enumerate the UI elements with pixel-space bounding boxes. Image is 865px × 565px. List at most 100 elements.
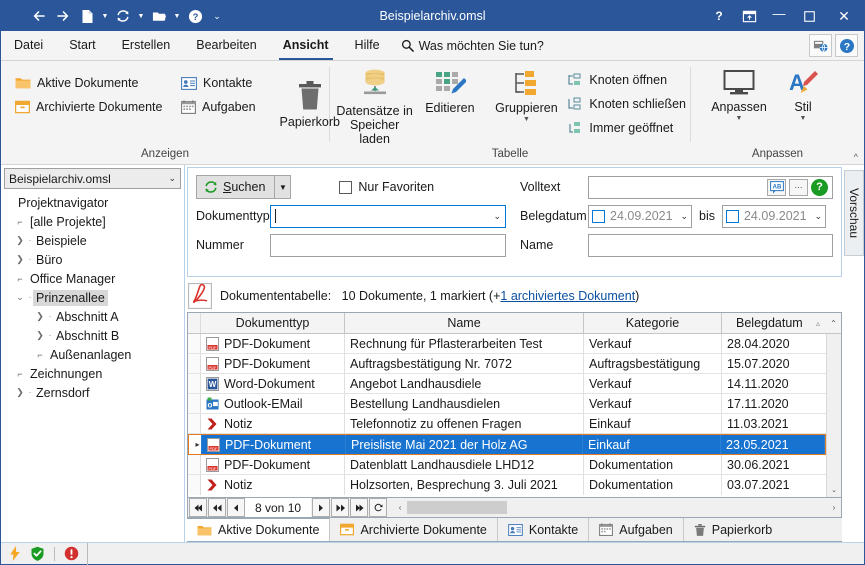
chevron-down-icon[interactable]: ⌄	[489, 211, 501, 222]
tree-item-abschnitt-b[interactable]: ❯ · Abschnitt B	[1, 326, 184, 345]
nummer-input[interactable]	[270, 233, 506, 257]
table-row[interactable]: PDF PDF-Dokument Rechnung für Pflasterar…	[188, 334, 826, 354]
tree-item-prinzenallee[interactable]: ⌄ · Prinzenallee	[1, 288, 184, 307]
scroll-left-button[interactable]: ‹	[393, 503, 407, 512]
search-button[interactable]: Suchen	[196, 175, 276, 199]
bottom-tab-archivierte-dokumente[interactable]: Archivierte Dokumente	[330, 518, 498, 541]
table-header-belegdatum[interactable]: Belegdatum ▵	[722, 313, 826, 333]
new-document-caret-icon[interactable]: ▼	[99, 4, 111, 28]
ribbon-item-kontakte[interactable]: Kontakte	[177, 71, 256, 95]
scrollbar-track[interactable]	[827, 334, 841, 482]
bottom-tab-aktive-dokumente[interactable]: Aktive Dokumente	[187, 518, 331, 541]
search-options-caret-icon[interactable]: ▼	[275, 175, 292, 199]
chevron-down-icon[interactable]: ⌄	[680, 211, 688, 222]
ribbon-item-datensaetze-laden[interactable]: Datensätze in Speicher laden	[330, 65, 419, 146]
tree-item-alle-projekte[interactable]: ⌐ [alle Projekte]	[1, 212, 184, 231]
scroll-right-button[interactable]: ›	[827, 503, 841, 512]
tree-item-abschnitt-a[interactable]: ❯ · Abschnitt A	[1, 307, 184, 326]
chevron-right-icon[interactable]: ❯	[13, 235, 27, 246]
archive-select[interactable]: Beispielarchiv.omsl ⌄	[4, 168, 181, 189]
tab-bearbeiten[interactable]: Bearbeiten	[183, 31, 269, 60]
more-options-icon[interactable]: ···	[789, 178, 808, 196]
table-row[interactable]: PDF PDF-Dokument Datenblatt Landhausdiel…	[188, 455, 826, 475]
pager-refresh-button[interactable]	[369, 498, 388, 517]
table-header-name[interactable]: Name	[345, 313, 584, 333]
open-folder-icon[interactable]	[147, 4, 171, 28]
refresh-caret-icon[interactable]: ▼	[135, 4, 147, 28]
ribbon-item-stil[interactable]: A Stil ▼	[775, 67, 831, 122]
new-document-icon[interactable]	[75, 4, 99, 28]
volltext-input[interactable]: AB ··· ?	[588, 175, 833, 199]
tab-ansicht[interactable]: Ansicht	[270, 31, 342, 60]
forward-icon[interactable]	[51, 4, 75, 28]
pager-first-button[interactable]	[189, 498, 207, 517]
chevron-right-icon[interactable]: ❯	[33, 311, 47, 322]
chevron-down-icon[interactable]: ▼	[736, 115, 743, 122]
table-header-kategorie[interactable]: Kategorie	[584, 313, 722, 333]
chevron-right-icon[interactable]: ❯	[13, 387, 27, 398]
tab-start[interactable]: Start	[56, 31, 108, 60]
ribbon-help-icon[interactable]: ?	[835, 34, 858, 57]
belegdatum-to-field[interactable]: 24.09.2021 ⌄	[721, 204, 826, 228]
open-folder-caret-icon[interactable]: ▼	[171, 4, 183, 28]
tab-datei[interactable]: Datei	[1, 31, 56, 60]
table-row-selected[interactable]: ▸ PDF PDF-Dokument Preisliste Mai 2021 d…	[188, 434, 826, 455]
bottom-tab-papierkorb[interactable]: Papierkorb	[684, 518, 782, 541]
ribbon-item-aufgaben[interactable]: Aufgaben	[177, 95, 260, 119]
pager-next-page-button[interactable]	[331, 498, 350, 517]
tree-item-buero[interactable]: ❯ · Büro	[1, 250, 184, 269]
collapse-ribbon-icon[interactable]: ^	[854, 152, 858, 162]
lightning-icon[interactable]	[9, 546, 21, 561]
volltext-help-icon[interactable]: ?	[811, 178, 828, 196]
pager-prev-button[interactable]	[227, 498, 245, 517]
table-row[interactable]: W Word-Dokument Angebot Landhausdiele Ve…	[188, 374, 826, 394]
close-button[interactable]: ✕	[824, 1, 864, 31]
table-row[interactable]: Notiz Holzsorten, Besprechung 3. Juli 20…	[188, 475, 826, 495]
help-button[interactable]: ?	[704, 1, 734, 31]
table-row[interactable]: Notiz Telefonnotiz zu offenen Fragen Ein…	[188, 414, 826, 434]
tab-hilfe[interactable]: Hilfe	[342, 31, 393, 60]
tell-me-search[interactable]: Was möchten Sie tun?	[393, 31, 544, 60]
ribbon-item-knoten-schliessen[interactable]: Knoten schließen	[563, 92, 690, 116]
pager-prev-page-button[interactable]	[208, 498, 226, 517]
bottom-tab-aufgaben[interactable]: Aufgaben	[589, 518, 684, 541]
bottom-tab-kontakte[interactable]: Kontakte	[498, 518, 590, 541]
hscroll-track[interactable]	[407, 501, 827, 514]
chevron-right-icon[interactable]: ❯	[13, 254, 27, 265]
chevron-right-icon[interactable]: ❯	[33, 330, 47, 341]
belegdatum-from-field[interactable]: 24.09.2021 ⌄	[588, 204, 692, 228]
tree-item-zeichnungen[interactable]: ⌐ Zeichnungen	[1, 364, 184, 383]
ab-text-icon[interactable]: AB	[767, 178, 786, 196]
table-vertical-scrollbar[interactable]: ⌄	[826, 334, 841, 497]
table-row[interactable]: o Outlook-EMail Bestellung Landhausdiele…	[188, 394, 826, 414]
error-circle-icon[interactable]	[64, 546, 79, 561]
pager-next-button[interactable]	[312, 498, 331, 517]
archived-document-link[interactable]: 1 archiviertes Dokument	[500, 289, 635, 303]
scroll-up-button[interactable]: ⌃	[826, 313, 841, 333]
chevron-down-icon[interactable]: ⌄	[13, 292, 27, 303]
tree-item-beispiele[interactable]: ❯ · Beispiele	[1, 231, 184, 250]
hscroll-thumb[interactable]	[407, 501, 508, 514]
help-circle-icon[interactable]: ?	[183, 4, 207, 28]
shield-check-icon[interactable]	[30, 546, 45, 561]
ribbon-item-anpassen[interactable]: Anpassen ▼	[703, 67, 775, 122]
table-row[interactable]: PDF PDF-Dokument Auftragsbestätigung Nr.…	[188, 354, 826, 374]
ribbon-item-immer-geoeffnet[interactable]: Immer geöffnet	[563, 116, 690, 140]
maximize-button[interactable]	[794, 1, 824, 31]
chevron-down-icon[interactable]: ▼	[523, 116, 530, 123]
ribbon-display-options-button[interactable]	[734, 1, 764, 31]
checkbox-box[interactable]	[592, 209, 605, 223]
name-input[interactable]	[588, 233, 833, 257]
ribbon-item-aktive-dokumente[interactable]: Aktive Dokumente	[11, 71, 177, 95]
table-horizontal-scrollbar[interactable]: ‹ ›	[393, 498, 841, 517]
checkbox-box[interactable]	[725, 209, 739, 223]
tree-item-aussenanlagen[interactable]: ⌐ Außenanlagen	[1, 345, 184, 364]
minimize-button[interactable]: —	[764, 1, 794, 31]
chevron-down-icon[interactable]: ▼	[800, 115, 807, 122]
chevron-down-icon[interactable]: ⌄	[814, 211, 822, 222]
dokumenttyp-select[interactable]: ⌄	[270, 204, 506, 228]
scroll-down-button[interactable]: ⌄	[827, 482, 841, 497]
back-icon[interactable]	[27, 4, 51, 28]
qat-overflow-icon[interactable]: ⌄	[207, 4, 227, 28]
ribbon-item-editieren[interactable]: Editieren	[419, 65, 480, 115]
